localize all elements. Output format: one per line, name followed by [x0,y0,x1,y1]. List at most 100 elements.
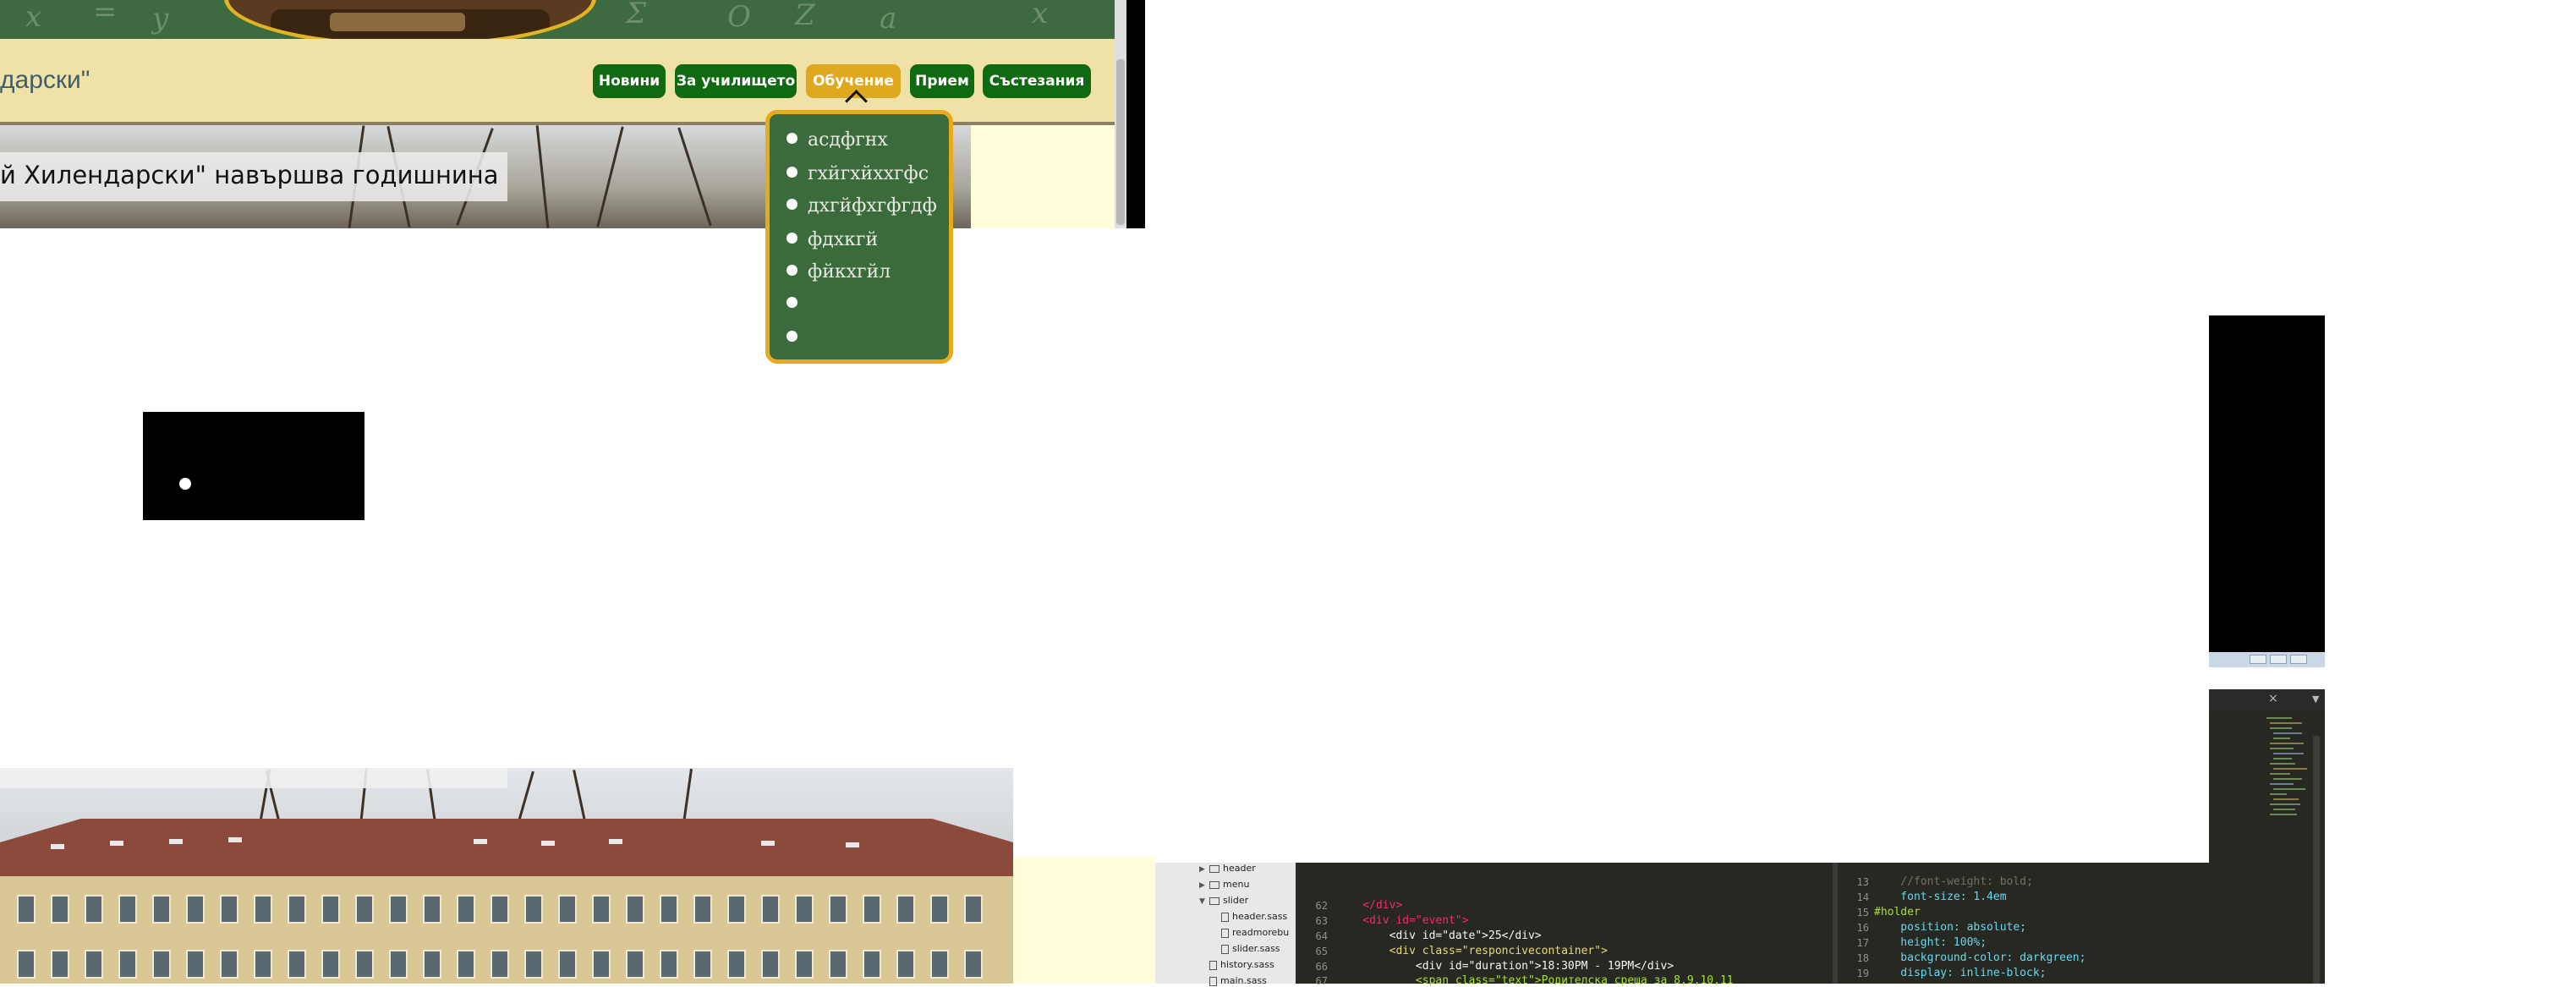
nav-sastezaniya-button[interactable]: Състезания [983,64,1091,98]
sidebar-area [1013,857,1155,984]
code-line[interactable]: background-color: darkgreen; [1874,951,2085,964]
scrollbar-thumb[interactable] [1116,59,1125,225]
tree-item-label: readmorebu [1232,927,1290,938]
hero-caption[interactable]: й Хилендарски" навършва годишнина [0,161,499,189]
site-title[interactable]: дарски" [0,66,90,95]
code-line[interactable]: #holder [1874,906,1921,918]
folder-icon [1209,880,1219,889]
chalk-glyph: a [880,2,897,36]
dropdown-item[interactable]: гхйгхйххгфс [787,162,929,187]
line-number: 67 [1315,975,1328,987]
chalk-glyph: y [152,2,169,36]
blank-overlay-panel [1049,228,2209,863]
folder-open-icon [1209,897,1219,905]
chalk-glyph: x [25,0,42,34]
collapse-arrow-icon: ▼ [1199,897,1205,906]
tree-item-label: menu [1223,879,1250,890]
chalk-glyph: = [93,0,118,29]
dropdown-item[interactable]: асдфгнх [787,128,888,153]
code-line[interactable]: <div id="event"> [1336,914,1468,927]
dropdown-item-label: фйкхгйл [808,261,891,282]
tree-item-label: header [1223,863,1256,874]
tree-file[interactable]: readmorebu [1221,927,1289,938]
line-number: 64 [1315,930,1328,942]
editor-scrollbar[interactable] [2313,736,2320,984]
code-line[interactable]: display: inline-block; [1874,967,2046,979]
maximize-icon[interactable] [2270,655,2287,664]
bullet-icon [787,264,797,276]
line-number: 65 [1315,946,1328,957]
file-icon [1221,912,1229,922]
minimize-icon[interactable] [2250,655,2266,664]
line-number: 19 [1856,968,1869,979]
code-line[interactable]: height: 100%; [1874,936,1987,949]
obuchenie-dropdown-menu: асдфгнх гхйгхйххгфс дхгйфхгфгдф фдхкгй ф… [765,110,953,364]
dropdown-item[interactable] [787,292,808,317]
tree-folder-header[interactable]: ▶ header [1199,863,1256,874]
bullet-icon [787,132,797,144]
code-line[interactable]: <div class="responcivecontainer"> [1336,945,1608,957]
code-line[interactable]: font-size: 1.4em [1874,891,2006,903]
caption-background [0,768,507,788]
minimap[interactable] [2266,717,2309,827]
line-number: 14 [1856,891,1869,903]
dropdown-item[interactable]: фйкхгйл [787,260,891,285]
code-line[interactable]: <span class="text">Родителска среща за 8… [1336,974,1734,987]
tree-file[interactable]: slider.sass [1221,943,1280,954]
bullet-icon [179,478,191,490]
tab-dropdown-icon[interactable]: ▼ [2312,694,2319,705]
editor-tabbar: × ▼ [2209,689,2325,711]
editor-menubar [2209,667,2325,689]
dropdown-item[interactable]: дхгйфхгфгдф [787,194,937,219]
tree-file[interactable]: main.sass [1209,975,1267,986]
line-number: 16 [1856,922,1869,934]
chalk-glyph: Σ [626,0,647,30]
editor-titlebar [2209,652,2325,667]
nav-priem-button[interactable]: Прием [910,64,974,98]
school-building-photo [0,768,1013,984]
tree-folder-menu[interactable]: ▶ menu [1199,879,1249,890]
file-icon [1221,928,1229,938]
line-number: 63 [1315,915,1328,927]
tree-item-label: history.sass [1220,959,1274,970]
tree-item-label: slider.sass [1232,943,1280,954]
bullet-icon [787,296,797,308]
tree-file[interactable]: history.sass [1209,959,1274,970]
line-number: 18 [1856,952,1869,964]
dropdown-item-label: фдхкгй [808,229,879,250]
dropdown-item-label: гхйгхйххгфс [808,163,929,184]
line-number: 62 [1315,900,1328,912]
tree-file[interactable]: header.sass [1221,911,1287,922]
line-number: 66 [1315,961,1328,973]
code-line[interactable]: position: absolute; [1874,921,2026,934]
tree-item-label: slider [1223,895,1249,906]
file-icon [1209,976,1217,986]
code-line[interactable]: //font-weight: bold; [1874,875,2033,888]
line-number: 13 [1856,876,1869,888]
tab-close-icon[interactable]: × [2268,692,2278,705]
header-banner: x = y Σ O Z a x [0,0,1115,39]
window-edge [1126,0,1145,228]
dropdown-item[interactable]: фдхкгй [787,228,878,253]
line-number: 17 [1856,937,1869,949]
nav-za-uchilishteto-button[interactable]: За училището [675,64,797,98]
chalk-glyph: Z [795,0,815,32]
folder-icon [1209,864,1219,873]
chalk-glyph: x [1032,0,1049,30]
dropdown-item[interactable] [787,326,808,351]
bullet-icon [787,166,797,178]
code-line[interactable]: </div> [1336,899,1402,912]
dropdown-item-label: асдфгнх [808,129,888,151]
editor-black-region [2209,315,2325,652]
bullet-icon [787,330,797,342]
bullet-icon [787,232,797,244]
code-line[interactable]: <div id="duration">18:30PM - 19PM</div> [1336,960,1674,973]
dropdown-item-label: дхгйфхгфгдф [808,195,937,217]
code-line[interactable]: <div id="date">25</div> [1336,929,1542,942]
close-icon[interactable] [2290,655,2307,664]
tree-item-label: main.sass [1220,975,1267,986]
school-website-window: x = y Σ O Z a x дарски" Новини За училищ… [0,0,1145,228]
file-icon [1221,944,1229,954]
nav-novini-button[interactable]: Новини [593,64,666,98]
tree-folder-slider[interactable]: ▼ slider [1199,895,1248,906]
